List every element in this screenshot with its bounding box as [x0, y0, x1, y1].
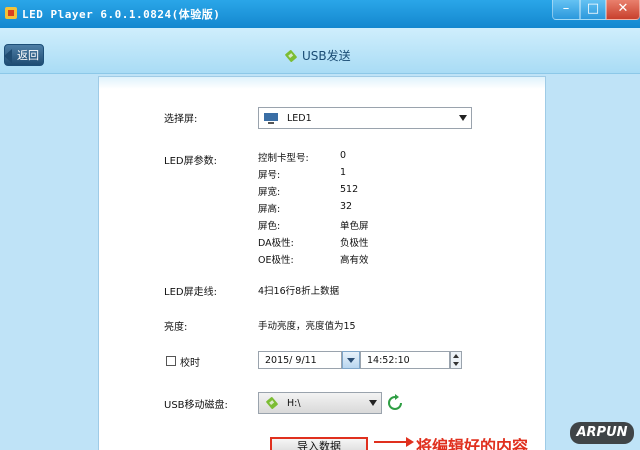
usb-drive-value: H:\: [287, 397, 301, 409]
date-value: 2015/ 9/11: [265, 354, 317, 366]
param-key-height: 屏高:: [258, 204, 281, 215]
time-input[interactable]: 14:52:10: [360, 351, 450, 369]
time-value: 14:52:10: [367, 354, 410, 366]
panel-top-gradient: [99, 77, 545, 89]
annotation-arrow: [374, 441, 410, 443]
screen-select-value: LED1: [287, 112, 312, 124]
param-value-card-model: 0: [340, 150, 347, 161]
param-value-screen-no: 1: [340, 167, 347, 178]
param-key-oe-polarity: OE极性:: [258, 255, 294, 266]
time-spinner[interactable]: [450, 351, 462, 369]
screen-select[interactable]: LED1: [258, 107, 472, 129]
app-logo-icon: [5, 7, 17, 19]
chevron-down-icon: [347, 358, 355, 363]
param-key-color: 屏色:: [258, 221, 281, 232]
title-bar: LED Player 6.0.1.0824(体验版) – □ ✕: [0, 0, 640, 28]
usb-drive-label: USB移动磁盘:: [164, 400, 228, 411]
annotation-arrow-head: [406, 437, 414, 447]
scan-label: LED屏走线:: [164, 287, 217, 298]
back-button-label: 返回: [17, 49, 39, 62]
param-value-color: 单色屏: [340, 221, 369, 232]
time-sync-checkbox[interactable]: [166, 356, 176, 366]
maximize-button[interactable]: □: [580, 0, 606, 20]
brightness-label: 亮度:: [164, 322, 188, 333]
page-header: 返回 USB发送: [0, 28, 640, 74]
param-value-width: 512: [340, 184, 359, 195]
window-title: LED Player 6.0.1.0824(体验版): [22, 8, 221, 21]
watermark-logo: ARPUN: [570, 422, 634, 444]
refresh-icon[interactable]: [386, 394, 404, 412]
date-picker[interactable]: 2015/ 9/11: [258, 351, 342, 369]
usb-drive-icon: [266, 397, 278, 409]
scan-value: 4扫16行8折上数据: [258, 286, 340, 297]
page-title-wrap: USB发送: [284, 47, 351, 64]
time-sync-label: 校时: [180, 358, 200, 369]
close-button[interactable]: ✕: [606, 0, 640, 20]
chevron-down-icon: [459, 115, 467, 121]
date-dropdown-button[interactable]: [342, 351, 360, 369]
param-key-card-model: 控制卡型号:: [258, 153, 309, 164]
param-value-height: 32: [340, 201, 353, 212]
back-button[interactable]: 返回: [4, 44, 44, 66]
spin-down-icon[interactable]: [453, 362, 459, 366]
brightness-value: 手动亮度，亮度值为15: [258, 321, 356, 332]
param-value-oe-polarity: 高有效: [340, 255, 369, 266]
params-label: LED屏参数:: [164, 156, 217, 167]
import-data-button[interactable]: 导入数据: [270, 437, 368, 450]
screen-select-label: 选择屏:: [164, 114, 198, 125]
minimize-button[interactable]: –: [552, 0, 580, 20]
page-title: USB发送: [302, 49, 351, 63]
monitor-icon: [264, 113, 278, 124]
back-arrow-icon: [4, 49, 12, 63]
param-key-width: 屏宽:: [258, 187, 281, 198]
annotation-text: 将编辑好的内容: [416, 437, 529, 450]
param-key-screen-no: 屏号:: [258, 170, 281, 181]
usb-icon: [285, 49, 297, 62]
spin-up-icon[interactable]: [453, 354, 459, 358]
param-value-da-polarity: 负极性: [340, 238, 369, 249]
chevron-down-icon: [369, 400, 377, 406]
usb-drive-select[interactable]: H:\: [258, 392, 382, 414]
param-key-da-polarity: DA极性:: [258, 238, 294, 249]
